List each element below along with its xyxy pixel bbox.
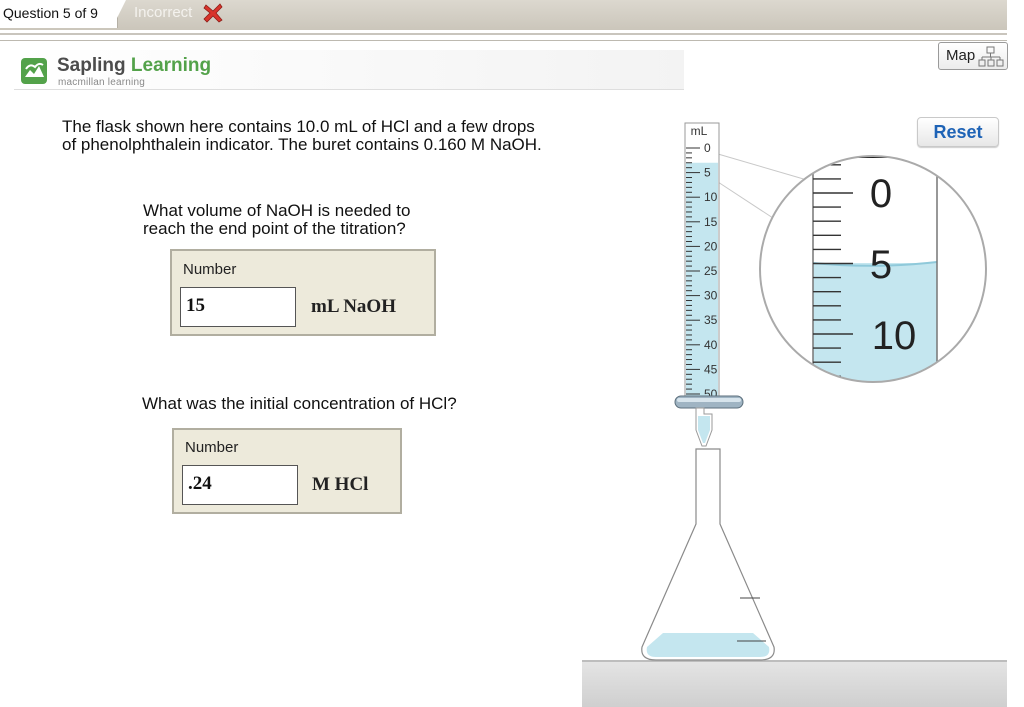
magnifier-label-5: 5 <box>870 243 892 287</box>
buret-scale-label: 40 <box>704 338 718 352</box>
answer-1-label: Number <box>183 261 237 278</box>
question-counter: Question 5 of 9 <box>3 5 98 21</box>
magnifier-label-0: 0 <box>870 172 892 216</box>
buret-unit-label: mL <box>691 124 708 138</box>
buret-scale-label: 15 <box>704 215 718 229</box>
divider <box>0 40 1007 41</box>
magnifier-label-10: 10 <box>872 314 917 358</box>
buret-scale-label: 30 <box>704 289 718 303</box>
buret-scale-label: 10 <box>704 190 718 204</box>
magnifier-pointer-line <box>717 153 808 181</box>
question-tab-notch <box>112 0 126 28</box>
problem-intro-line-2: of phenolphthalein indicator. The buret … <box>62 135 542 154</box>
answer-1-unit: mL NaOH <box>311 296 396 317</box>
naoh-volume-input[interactable]: 15 <box>180 287 296 327</box>
brand-subtitle: macmillan learning <box>58 77 145 88</box>
question-2: What was the initial concentration of HC… <box>142 394 457 413</box>
question-1-line-1: What volume of NaOH is needed to <box>143 201 411 220</box>
buret-scale-label: 20 <box>704 239 718 253</box>
problem-intro-line-1: The flask shown here contains 10.0 mL of… <box>62 117 535 136</box>
brand-name: Sapling Learning <box>57 55 212 76</box>
buret: mL 05101520253035404550 <box>684 122 720 401</box>
question-tab[interactable]: Question 5 of 9 <box>0 0 118 28</box>
answer-status: Incorrect <box>134 4 193 21</box>
stopcock-highlight <box>677 398 741 402</box>
erlenmeyer-flask <box>641 448 775 661</box>
sitemap-icon <box>978 46 1004 67</box>
answer-2-unit: M HCl <box>312 474 369 495</box>
buret-scale-label: 35 <box>704 313 718 327</box>
sapling-logo-icon <box>21 58 47 84</box>
buret-scale-label: 25 <box>704 264 718 278</box>
answer-2-label: Number <box>185 439 239 456</box>
buret-magnifier: 0 5 10 <box>759 155 987 383</box>
hcl-concentration-input[interactable]: .24 <box>182 465 298 505</box>
divider <box>14 89 684 90</box>
buret-scale-label: 0 <box>704 141 711 155</box>
magnifier-pointer-line <box>717 181 777 221</box>
flask-liquid <box>646 633 770 657</box>
titration-apparatus: mL 05101520253035404550 0 5 10 <box>641 122 987 661</box>
buret-scale-label: 45 <box>704 362 718 376</box>
buret-scale-label: 5 <box>704 166 711 180</box>
divider <box>0 33 1007 35</box>
question-1-line-2: reach the end point of the titration? <box>143 219 406 238</box>
incorrect-x-icon <box>203 3 223 23</box>
